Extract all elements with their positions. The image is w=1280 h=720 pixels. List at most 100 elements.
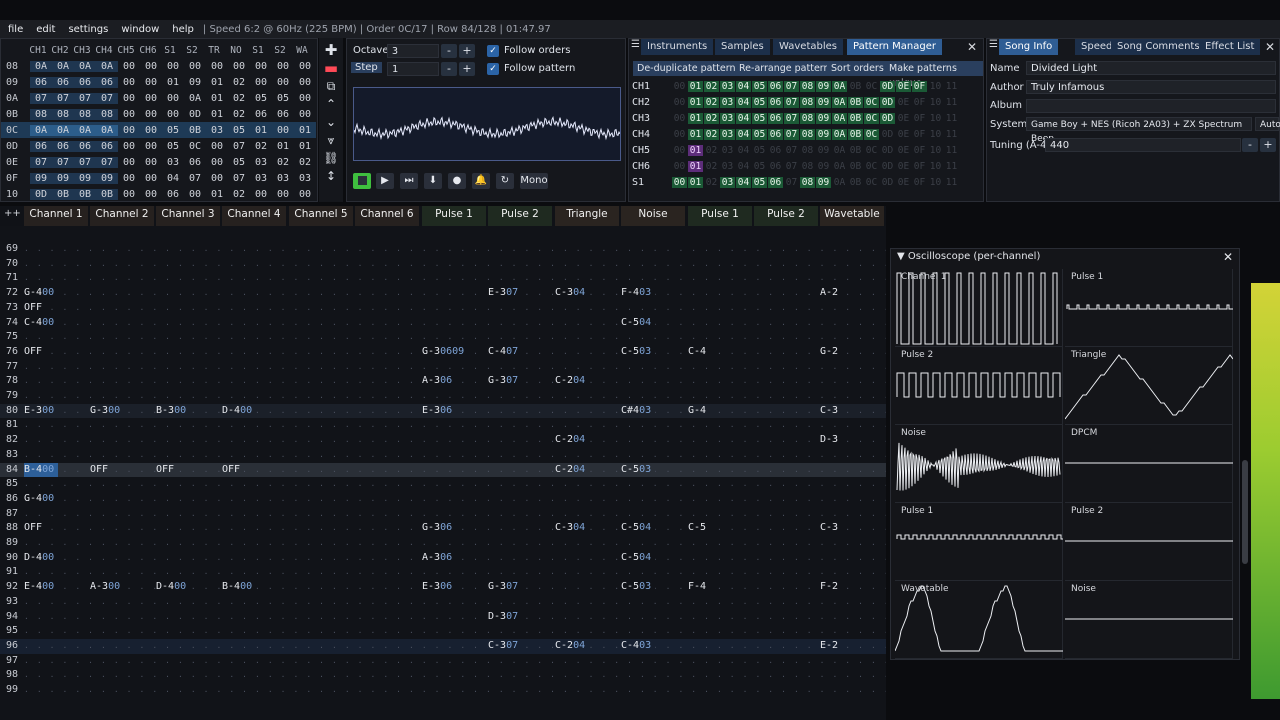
auto-button[interactable]: Auto [1255, 117, 1280, 131]
pattern-row[interactable]: 91 . . . . . . . . . . . . . . . . . . . … [0, 565, 886, 580]
pattern-row[interactable]: 86 . . . . . . . . . . . . . . . . . . . … [0, 491, 886, 507]
order-cell[interactable]: 0A [52, 124, 74, 136]
note-cell[interactable]: E-400 [24, 580, 59, 595]
note-cell[interactable]: OFF [222, 462, 245, 478]
pattern-cell[interactable]: 11 [944, 145, 959, 156]
order-cell[interactable]: 00 [206, 173, 228, 184]
menu-window[interactable]: window [113, 24, 164, 35]
pattern-cell[interactable]: 0A [832, 81, 847, 92]
pattern-cell[interactable]: 0B [848, 113, 863, 124]
tab-song-comments[interactable]: Song Comments [1111, 39, 1206, 55]
note-cell[interactable]: D-307 [488, 609, 523, 625]
order-cell[interactable]: 0A [52, 60, 74, 72]
order-cell[interactable]: 0D [184, 109, 206, 120]
pattern-cell[interactable]: 07 [784, 113, 799, 124]
collapse-icon[interactable]: ☰ [989, 39, 998, 50]
link-icon[interactable]: ⛓ [322, 150, 340, 166]
pattern-cell[interactable]: 09 [816, 129, 831, 140]
order-cell[interactable]: 06 [96, 140, 118, 152]
pattern-row[interactable]: 93 . . . . . . . . . . . . . . . . . . . … [0, 595, 886, 610]
note-cell[interactable]: C-204 [555, 638, 590, 654]
pattern-cell[interactable]: 00 [672, 97, 687, 108]
sort-orders-button[interactable]: Sort orders [827, 61, 888, 76]
pattern-cell[interactable]: 08 [800, 113, 815, 124]
pattern-row[interactable]: 74 . . . . . . . . . . . . . . . . . . . … [0, 315, 886, 331]
pattern-cell[interactable]: 03 [720, 113, 735, 124]
note-cell[interactable]: C-504 [621, 521, 656, 536]
pattern-cell[interactable]: 11 [944, 129, 959, 140]
pattern-cell[interactable]: 0A [832, 145, 847, 156]
note-cell[interactable]: C-503 [621, 580, 656, 595]
note-cell[interactable]: OFF [24, 521, 47, 536]
pattern-cell[interactable]: 10 [928, 161, 943, 172]
order-cell[interactable]: 03 [162, 157, 184, 168]
pattern-cell[interactable]: 0E [896, 145, 911, 156]
pattern-cell[interactable]: 09 [816, 161, 831, 172]
pattern-row[interactable]: 71 . . . . . . . . . . . . . . . . . . . … [0, 271, 886, 286]
note-cell[interactable]: A-306 [422, 550, 457, 566]
pattern-cell[interactable]: 08 [800, 81, 815, 92]
expand-channels-icon[interactable]: ++ [4, 208, 21, 219]
pattern-cell[interactable]: 05 [752, 129, 767, 140]
order-cell[interactable]: 02 [294, 157, 316, 168]
note-cell[interactable]: D-400 [156, 580, 191, 595]
note-cell[interactable]: G-300 [90, 403, 125, 419]
pattern-cell[interactable]: 07 [784, 161, 799, 172]
pattern-row[interactable]: 97 . . . . . . . . . . . . . . . . . . . … [0, 654, 886, 669]
pattern-cell[interactable]: 06 [768, 145, 783, 156]
order-cell[interactable]: 00 [294, 61, 316, 72]
pattern-cell[interactable]: 0C [864, 113, 879, 124]
pattern-cell[interactable]: 01 [688, 177, 703, 188]
note-cell[interactable]: C-204 [555, 433, 590, 448]
pattern-cell[interactable]: 07 [784, 177, 799, 188]
pattern-row[interactable]: 78. . . . . . . . . . . . . . . . . . . … [0, 374, 886, 389]
pattern-cell[interactable]: 04 [736, 177, 751, 188]
pattern-cell[interactable]: 0B [848, 81, 863, 92]
order-cell[interactable]: 00 [250, 189, 272, 200]
pattern-row[interactable]: 73 . . . . . . . . . . . . . . . . . . . … [0, 300, 886, 316]
octave-minus-button[interactable]: - [441, 44, 457, 58]
pattern-cell[interactable]: 00 [672, 129, 687, 140]
pattern-cell[interactable]: 0F [912, 81, 927, 92]
order-cell[interactable]: 01 [294, 125, 316, 136]
pattern-cell[interactable]: 09 [816, 97, 831, 108]
pattern-row[interactable]: 96 . . . . . . . . . . . . . . . . . . . … [0, 638, 886, 654]
tab-song-info[interactable]: Song Info [999, 39, 1059, 55]
order-cell[interactable]: 0A [96, 60, 118, 72]
order-cell[interactable]: 00 [118, 125, 140, 136]
pattern-cell[interactable]: 06 [768, 161, 783, 172]
order-row[interactable]: 09 06 06 06 06 00 00 01 09 01 02 00 00 00 [1, 74, 316, 90]
order-cell[interactable]: 07 [52, 92, 74, 104]
pattern-cell[interactable]: 06 [768, 81, 783, 92]
pattern-cell[interactable]: 0E [896, 113, 911, 124]
pattern-cell[interactable]: 03 [720, 161, 735, 172]
order-cell[interactable]: 06 [30, 76, 52, 88]
order-cell[interactable]: 00 [118, 157, 140, 168]
pattern-cell[interactable]: 0F [912, 161, 927, 172]
order-cell[interactable]: 03 [206, 125, 228, 136]
pattern-row[interactable]: 72 . . . . . . . . . . . . . . . . . . . … [0, 286, 886, 301]
pattern-cell[interactable]: 05 [752, 97, 767, 108]
order-cell[interactable]: 05 [228, 157, 250, 168]
pattern-cell[interactable]: 00 [672, 161, 687, 172]
play-button[interactable]: ▶ [376, 173, 394, 189]
order-cell[interactable]: 07 [184, 173, 206, 184]
order-cell[interactable]: 00 [184, 61, 206, 72]
pattern-cell[interactable]: 03 [720, 177, 735, 188]
pattern-cell[interactable]: 06 [768, 97, 783, 108]
order-cell[interactable]: 00 [118, 189, 140, 200]
order-cell[interactable]: 01 [294, 141, 316, 152]
pattern-cell[interactable]: 0B [848, 177, 863, 188]
pattern-cell[interactable]: 0F [912, 177, 927, 188]
order-cell[interactable]: 02 [228, 93, 250, 104]
pattern-cell[interactable]: 11 [944, 81, 959, 92]
order-cell[interactable]: 05 [228, 125, 250, 136]
pattern-cell[interactable]: 08 [800, 145, 815, 156]
order-cell[interactable]: 02 [272, 157, 294, 168]
order-cell[interactable]: 08 [96, 108, 118, 120]
pattern-cell[interactable]: 04 [736, 145, 751, 156]
note-cell[interactable]: C-503 [621, 344, 656, 360]
order-cell[interactable]: 0A [96, 124, 118, 136]
order-cell[interactable]: 06 [52, 140, 74, 152]
pattern-cell[interactable]: 0D [880, 177, 895, 188]
